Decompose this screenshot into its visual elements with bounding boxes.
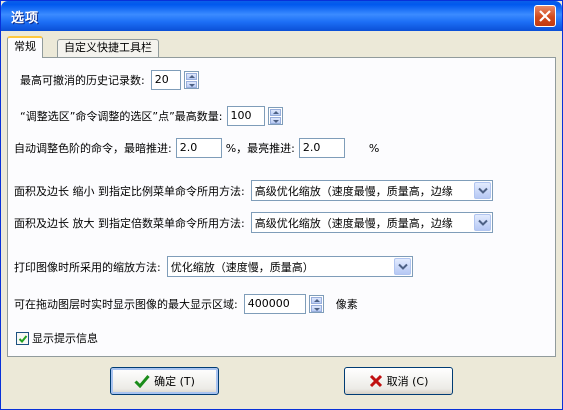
ok-button[interactable]: 确定 (T): [110, 367, 219, 395]
print-scale-label: 打印图像时所采用的缩放方法:: [14, 260, 161, 274]
window-title: 选项: [11, 11, 40, 26]
max-display-stepper[interactable]: [308, 295, 324, 313]
shrink-method-select[interactable]: 高级优化缩放（速度最慢，质量高，边缘: [250, 180, 493, 201]
darkest-input[interactable]: 2.0: [175, 138, 222, 158]
shrink-label: 面积及边长 缩小 到指定比例菜单命令所用方法:: [14, 184, 245, 198]
pixels-unit: 像素: [335, 298, 358, 311]
show-tips-label: 显示提示信息: [32, 332, 98, 345]
close-button[interactable]: [534, 5, 556, 27]
enlarge-method-value: 高级优化缩放（速度最慢，质量高，边缘: [254, 217, 453, 230]
print-scale-row: 打印图像时所采用的缩放方法: 优化缩放（速度慢，质量高）: [14, 256, 413, 277]
dropdown-button[interactable]: [473, 182, 491, 199]
print-scale-select[interactable]: 优化缩放（速度慢，质量高）: [166, 256, 413, 277]
show-tips-row[interactable]: 显示提示信息: [16, 330, 98, 346]
options-dialog: 选项 常规 自定义快捷工具栏 最高可撤消的历史记录数: 20 “调整选区”命令调…: [0, 0, 563, 410]
brightest-input[interactable]: 2.0: [298, 138, 345, 158]
enlarge-row: 面积及边长 放大 到指定倍数菜单命令所用方法: 高级优化缩放（速度最慢，质量高，…: [14, 212, 493, 233]
enlarge-method-select[interactable]: 高级优化缩放（速度最慢，质量高，边缘: [250, 212, 493, 233]
adjust-selection-input[interactable]: 100: [226, 106, 265, 126]
spin-down-icon[interactable]: [185, 81, 197, 88]
shrink-method-value: 高级优化缩放（速度最慢，质量高，边缘: [254, 185, 453, 198]
cross-icon: [369, 374, 382, 388]
dropdown-button[interactable]: [393, 258, 411, 275]
history-input[interactable]: 20: [150, 70, 181, 90]
max-display-input[interactable]: 400000: [243, 294, 306, 314]
checkmark-icon: [134, 375, 150, 388]
history-label: 最高可撤消的历史记录数:: [20, 74, 145, 87]
cancel-button[interactable]: 取消 (C): [344, 367, 453, 395]
checkmark-icon: [18, 334, 28, 343]
ok-button-label: 确定 (T): [154, 375, 195, 388]
chevron-down-icon: [398, 263, 408, 270]
adjust-selection-stepper[interactable]: [267, 107, 283, 125]
cancel-button-label: 取消 (C): [386, 375, 429, 388]
tab-general-label: 常规: [14, 40, 36, 53]
chevron-down-icon: [477, 187, 488, 194]
show-tips-checkbox[interactable]: [16, 331, 29, 345]
title-bar[interactable]: 选项: [1, 1, 562, 31]
enlarge-label: 面积及边长 放大 到指定倍数菜单命令所用方法:: [14, 216, 245, 230]
spin-up-icon[interactable]: [310, 297, 322, 304]
chevron-down-icon: [477, 219, 488, 226]
brightest-label: %，最亮推进:: [225, 142, 295, 155]
adjust-selection-row: “调整选区”命令调整的选区”点”最高数量: 100: [20, 106, 283, 126]
spin-up-icon[interactable]: [185, 73, 197, 80]
close-icon: [539, 10, 551, 22]
dropdown-button[interactable]: [473, 214, 491, 231]
spin-up-icon[interactable]: [269, 109, 281, 116]
percent-unit: %: [368, 141, 380, 155]
auto-levels-label: 自动调整色阶的命令，最暗推进:: [14, 142, 172, 155]
adjust-selection-label: “调整选区”命令调整的选区”点”最高数量:: [20, 110, 223, 123]
max-display-label: 可在拖动图层时实时显示图像的最大显示区域:: [14, 298, 238, 311]
tab-custom-toolbar[interactable]: 自定义快捷工具栏: [57, 39, 159, 57]
shrink-row: 面积及边长 缩小 到指定比例菜单命令所用方法: 高级优化缩放（速度最慢，质量高，…: [14, 180, 493, 201]
print-scale-value: 优化缩放（速度慢，质量高）: [170, 261, 314, 274]
tab-general[interactable]: 常规: [7, 36, 43, 58]
history-stepper[interactable]: [183, 71, 199, 89]
tab-custom-toolbar-label: 自定义快捷工具栏: [64, 41, 152, 54]
spin-down-icon[interactable]: [269, 117, 281, 124]
max-display-row: 可在拖动图层时实时显示图像的最大显示区域: 400000 像素: [14, 294, 358, 314]
general-panel: 最高可撤消的历史记录数: 20 “调整选区”命令调整的选区”点”最高数量: 10…: [7, 57, 556, 357]
history-row: 最高可撤消的历史记录数: 20: [20, 70, 199, 90]
auto-levels-row: 自动调整色阶的命令，最暗推进: 2.0 %，最亮推进: 2.0 %: [14, 138, 379, 158]
spin-down-icon[interactable]: [310, 305, 322, 312]
